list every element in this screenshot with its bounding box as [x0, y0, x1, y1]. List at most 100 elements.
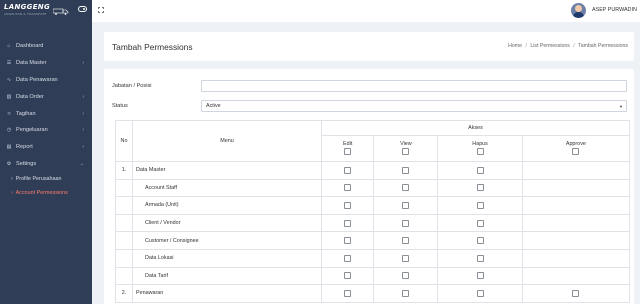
status-row: Status Active ▼ [112, 100, 627, 112]
row-number [115, 266, 133, 286]
approve-cell-empty [521, 266, 631, 286]
view-checkbox[interactable] [402, 272, 410, 280]
row-number: 2. [115, 284, 133, 303]
row-menu: Armada (Unit) [132, 196, 322, 215]
select-all-view-checkbox[interactable] [402, 148, 410, 155]
column-header-approve-label: Approve [565, 141, 586, 147]
view-checkbox[interactable] [402, 184, 410, 192]
user-name[interactable]: ASEP PURWADIN [592, 7, 637, 13]
approve-cell-empty [521, 196, 631, 215]
hapus-checkbox[interactable] [476, 184, 484, 192]
column-header-akses: Akses [321, 120, 630, 136]
sidebar-subitem-label: Profile Perusahaan [15, 176, 62, 183]
page-title: Tambah Permessions [112, 42, 193, 52]
view-checkbox[interactable] [402, 201, 410, 209]
table-row: Client / Vendor [115, 213, 631, 233]
breadcrumb-separator: / [573, 43, 575, 49]
select-all-approve-checkbox[interactable] [572, 148, 580, 155]
brand-logo: LANGGENG ANGKUTAN & TRANSPORT [4, 4, 50, 18]
select-all-hapus-checkbox[interactable] [476, 148, 484, 155]
hapus-checkbox[interactable] [476, 237, 484, 245]
view-checkbox[interactable] [402, 166, 410, 174]
sidebar-item-label: Tagihan [16, 110, 36, 117]
hapus-checkbox[interactable] [476, 201, 484, 209]
view-checkbox[interactable] [402, 289, 410, 297]
table-row: Account Staff [115, 178, 631, 198]
select-all-edit-checkbox[interactable] [344, 148, 352, 155]
chevron-right-icon: › [82, 144, 84, 151]
row-number [115, 231, 133, 250]
hapus-checkbox[interactable] [476, 272, 484, 280]
bar-chart-icon: ▥ [6, 93, 12, 100]
breadcrumb-separator: / [525, 43, 527, 49]
chevron-right-icon: › [82, 110, 84, 117]
edit-checkbox[interactable] [344, 166, 352, 174]
sidebar-item-dashboard[interactable]: ⌂ Dashboard [0, 38, 92, 55]
status-label: Status [112, 103, 128, 109]
sidebar-item-report[interactable]: ▤ Report › [0, 139, 92, 156]
chevron-down-icon: ⌄ [79, 160, 84, 167]
column-header-edit-label: Edit [343, 141, 353, 147]
breadcrumb-home[interactable]: Home [508, 43, 522, 49]
approve-cell-empty [521, 248, 631, 268]
chevron-right-icon: › [11, 190, 13, 197]
view-checkbox[interactable] [402, 237, 410, 245]
edit-checkbox[interactable] [344, 254, 352, 262]
row-menu: Account Staff [132, 178, 322, 198]
table-row: 1. Data Master [115, 161, 631, 180]
sidebar-item-data-penawaran[interactable]: ∿ Data Penawaran [0, 72, 92, 89]
sidebar-item-pengeluaran[interactable]: ◷ Pengeluaran › [0, 122, 92, 139]
status-select[interactable]: Active ▼ [201, 100, 627, 112]
sidebar-nav: ⌂ Dashboard ☰ Data Master › ∿ Data Penaw… [0, 38, 92, 200]
hapus-checkbox[interactable] [476, 254, 484, 262]
sidebar-item-tagihan[interactable]: ⌑ Tagihan › [0, 105, 92, 122]
hapus-checkbox[interactable] [476, 289, 484, 297]
approve-cell-empty [521, 178, 631, 198]
row-menu: Penawaran [132, 284, 322, 303]
row-number [115, 248, 133, 268]
edit-checkbox[interactable] [344, 184, 352, 192]
row-menu: Data Tarif [132, 266, 322, 286]
sidebar-item-label: Dashboard [16, 43, 44, 50]
sidebar-item-settings[interactable]: ⚙ Settings ⌄ [0, 156, 92, 173]
view-checkbox[interactable] [402, 219, 410, 227]
sidebar-item-label: Data Order [16, 93, 44, 100]
fullscreen-icon[interactable] [98, 7, 104, 13]
row-number [115, 213, 133, 233]
edit-checkbox[interactable] [344, 237, 352, 245]
home-icon: ⌂ [7, 43, 11, 50]
sidebar-subitem-account-permessions[interactable]: › Account Permessions [0, 186, 92, 200]
table-row: Data Tarif [115, 266, 631, 286]
hapus-checkbox[interactable] [476, 219, 484, 227]
list-icon: ☰ [6, 60, 12, 67]
sidebar-subitem-profile-perusahaan[interactable]: › Profile Perusahaan [0, 172, 92, 186]
row-number: 1. [115, 161, 133, 180]
breadcrumb-current: Tambah Permessions [578, 43, 628, 49]
chevron-right-icon: › [82, 93, 84, 100]
row-number [115, 196, 133, 215]
edit-checkbox[interactable] [344, 219, 352, 227]
table-row: Armada (Unit) [115, 196, 631, 215]
status-select-value: Active [206, 103, 221, 109]
breadcrumb-list-permessions[interactable]: List Permessions [530, 43, 570, 49]
approve-checkbox[interactable] [572, 289, 580, 297]
gear-icon: ⚙ [6, 160, 12, 167]
approve-cell-empty [521, 213, 631, 233]
file-icon: ▤ [6, 144, 12, 151]
sidebar-toggle-icon[interactable] [78, 6, 87, 12]
page-header: Tambah Permessions Home / List Permessio… [104, 32, 634, 61]
permission-form: Jabatan / Posisi Status Active ▼ No Menu… [104, 69, 634, 304]
sidebar-item-data-master[interactable]: ☰ Data Master › [0, 55, 92, 72]
view-checkbox[interactable] [402, 254, 410, 262]
jabatan-input[interactable] [201, 80, 627, 92]
sidebar-item-label: Settings [16, 160, 37, 167]
edit-checkbox[interactable] [344, 272, 352, 280]
hapus-checkbox[interactable] [476, 166, 484, 174]
row-number [115, 178, 133, 198]
edit-checkbox[interactable] [344, 289, 352, 297]
edit-checkbox[interactable] [344, 201, 352, 209]
sidebar-item-data-order[interactable]: ▥ Data Order › [0, 88, 92, 105]
chevron-right-icon: › [11, 176, 13, 183]
avatar[interactable] [571, 3, 586, 18]
row-menu: Data Lokasi [132, 248, 322, 268]
